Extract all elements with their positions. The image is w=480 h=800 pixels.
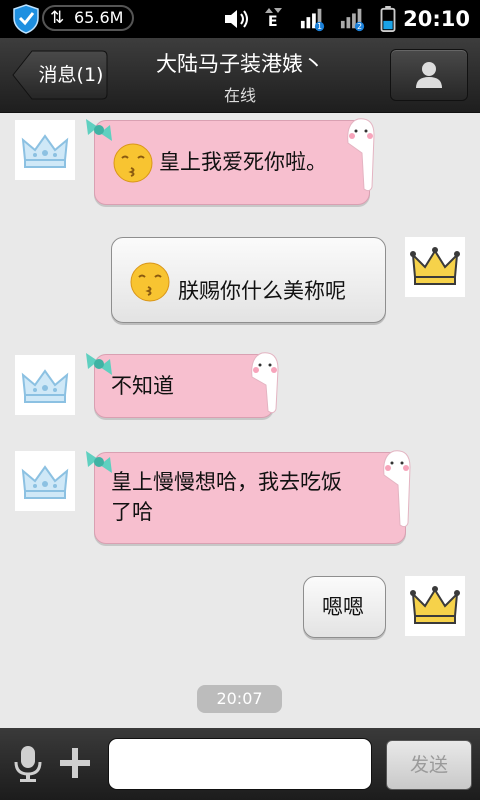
status-clock: 20:10 (403, 7, 470, 31)
profile-button[interactable] (390, 49, 468, 101)
contact-avatar[interactable] (15, 451, 75, 511)
volume-icon (225, 10, 248, 28)
message-input[interactable] (108, 738, 372, 790)
network-type-label: E (268, 14, 278, 30)
sync-icon: ⇅ (50, 8, 65, 28)
contact-status: 在线 (223, 86, 256, 105)
contact-avatar[interactable] (15, 120, 75, 180)
memory-indicator: ⇅ 65.6M (42, 5, 134, 31)
bunny-decoration-icon (383, 450, 411, 528)
message-text: 皇上我爱死你啦。 (159, 150, 327, 174)
memory-value: 65.6M (74, 8, 124, 27)
candy-ribbon-icon (86, 353, 112, 375)
bunny-decoration-icon (347, 118, 375, 192)
blue-crown-icon (21, 369, 69, 403)
message-bubble-outgoing[interactable]: 朕赐你什么美称呢 (111, 237, 386, 323)
gold-crown-icon (410, 586, 460, 624)
status-bar: ⇅ 65.6M E 1 2 20:10 (0, 0, 480, 38)
message-text: 不知道 (111, 374, 174, 398)
message-text: 朕赐你什么美称呢 (178, 279, 346, 303)
blue-crown-icon (21, 134, 69, 168)
gold-crown-icon (410, 247, 460, 285)
candy-ribbon-icon (86, 451, 112, 473)
input-bar: 发送 (0, 728, 480, 800)
contact-avatar[interactable] (15, 355, 75, 415)
my-avatar[interactable] (405, 237, 465, 297)
microphone-icon[interactable] (12, 744, 44, 784)
bunny-decoration-icon (251, 352, 279, 414)
signal-sim1-icon (300, 8, 325, 32)
message-timestamp: 20:07 (197, 685, 282, 713)
message-bubble-incoming[interactable]: 皇上慢慢想哈，我去吃饭 了哈 (94, 452, 406, 544)
chat-header: 消息(1) 大陆马子装港婊丶 在线 (0, 38, 480, 113)
back-button[interactable]: 消息(1) (12, 50, 108, 100)
message-text-line-2: 了哈 (111, 500, 153, 524)
shield-icon (13, 4, 39, 34)
my-avatar[interactable] (405, 576, 465, 636)
blue-crown-icon (21, 465, 69, 499)
kiss-emoji-icon (130, 262, 170, 302)
message-bubble-outgoing[interactable]: 嗯嗯 (303, 576, 386, 638)
contact-name: 大陆马子装港婊丶 (156, 52, 324, 76)
signal-sim2-icon (340, 8, 365, 32)
send-button[interactable]: 发送 (386, 740, 472, 790)
message-bubble-incoming[interactable]: 皇上我爱死你啦。 (94, 120, 370, 205)
kiss-emoji-icon (113, 143, 153, 183)
message-text-line-1: 皇上慢慢想哈，我去吃饭 (111, 470, 342, 494)
user-icon (416, 62, 442, 88)
candy-ribbon-icon (86, 119, 112, 141)
message-list: 皇上我爱死你啦。 朕赐你什么美称呢 不知道 皇上慢慢想哈，我去吃饭 了哈 嗯嗯 … (0, 113, 480, 728)
message-text: 嗯嗯 (322, 595, 364, 619)
plus-icon[interactable] (58, 746, 92, 780)
back-button-label: 消息(1) (38, 64, 104, 86)
battery-icon (380, 6, 396, 32)
